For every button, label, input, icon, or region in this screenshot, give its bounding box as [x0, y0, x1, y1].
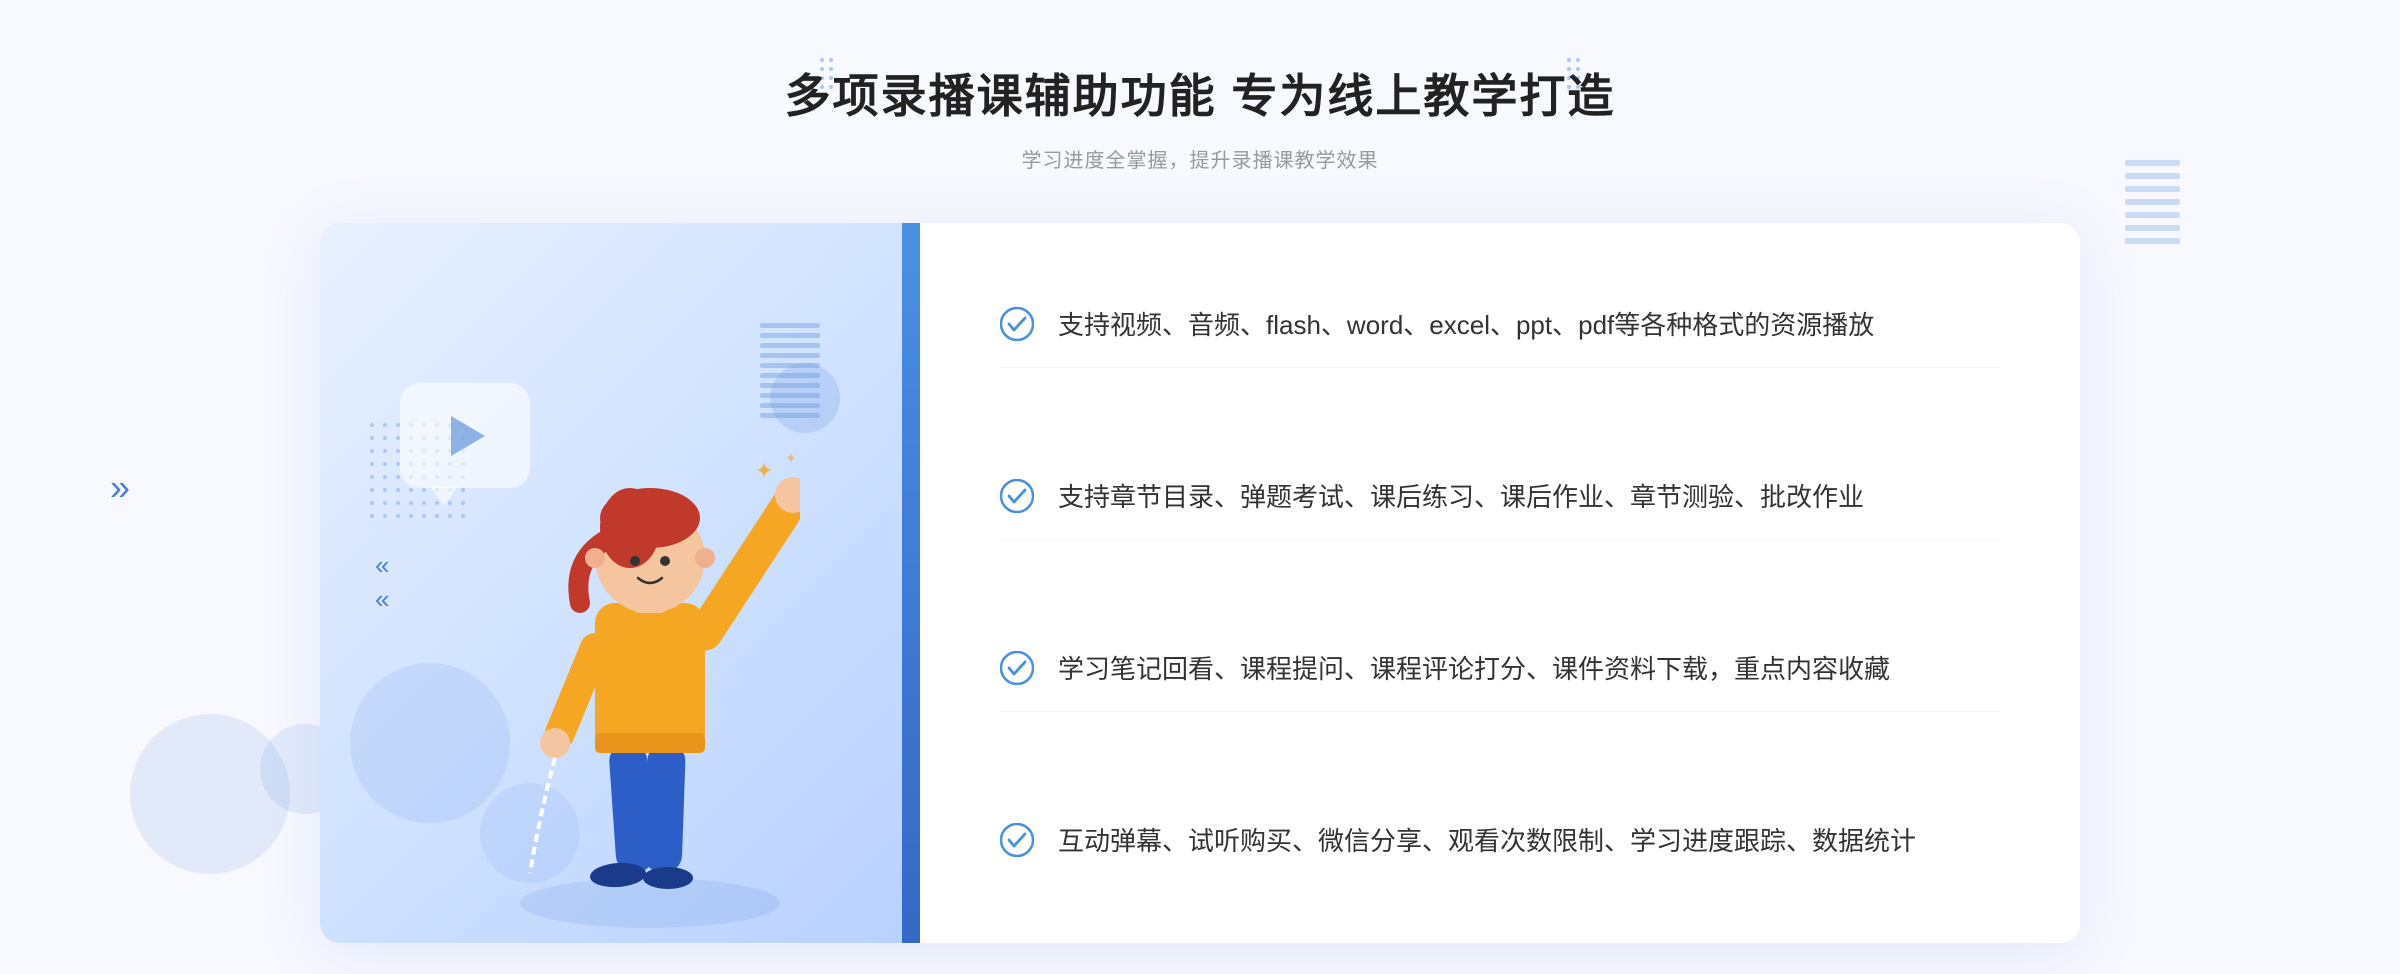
feature-item-1: 支持视频、音频、flash、word、excel、ppt、pdf等各种格式的资源…: [1000, 283, 2000, 368]
feature-item-3: 学习笔记回看、课程提问、课程评论打分、课件资料下载，重点内容收藏: [1000, 627, 2000, 712]
svg-text:✦: ✦: [785, 450, 797, 466]
human-figure-illustration: ✦ ✦: [500, 383, 800, 943]
feature-text-2: 支持章节目录、弹题考试、课后练习、课后作业、章节测验、批改作业: [1058, 475, 1864, 519]
left-chevrons: « «: [375, 549, 389, 617]
right-panel: 支持视频、音频、flash、word、excel、ppt、pdf等各种格式的资源…: [920, 223, 2080, 943]
check-icon-2: [1000, 479, 1034, 513]
feature-item-2: 支持章节目录、弹题考试、课后练习、课后作业、章节测验、批改作业: [1000, 455, 2000, 540]
svg-text:✦: ✦: [755, 458, 773, 483]
check-icon-3: [1000, 651, 1034, 685]
feature-text-3: 学习笔记回看、课程提问、课程评论打分、课件资料下载，重点内容收藏: [1058, 647, 1890, 691]
deco-circle-outer-1: [130, 714, 290, 874]
play-icon: [451, 416, 485, 456]
left-illustration-panel: « «: [320, 223, 920, 943]
check-icon-1: [1000, 307, 1034, 341]
outer-chevrons-left: »: [110, 465, 130, 508]
page-container: » 多项录播课辅助功能 专为线上教学打造 学习进度全掌握，提升录播课教学效果: [0, 0, 2400, 974]
feature-text-4: 互动弹幕、试听购买、微信分享、观看次数限制、学习进度跟踪、数据统计: [1058, 819, 1916, 863]
deco-circle-1: [350, 663, 510, 823]
blue-accent-bar: [902, 223, 920, 943]
main-title: 多项录播课辅助功能 专为线上教学打造: [785, 60, 1616, 126]
header-section: 多项录播课辅助功能 专为线上教学打造 学习进度全掌握，提升录播课教学效果: [785, 60, 1616, 173]
feature-item-4: 互动弹幕、试听购买、微信分享、观看次数限制、学习进度跟踪、数据统计: [1000, 799, 2000, 883]
content-card: « «: [320, 223, 2080, 943]
feature-text-1: 支持视频、音频、flash、word、excel、ppt、pdf等各种格式的资源…: [1058, 303, 1874, 347]
sub-title: 学习进度全掌握，提升录播课教学效果: [785, 144, 1616, 173]
stripe-outer-right: [2125, 160, 2180, 244]
check-icon-4: [1000, 823, 1034, 857]
